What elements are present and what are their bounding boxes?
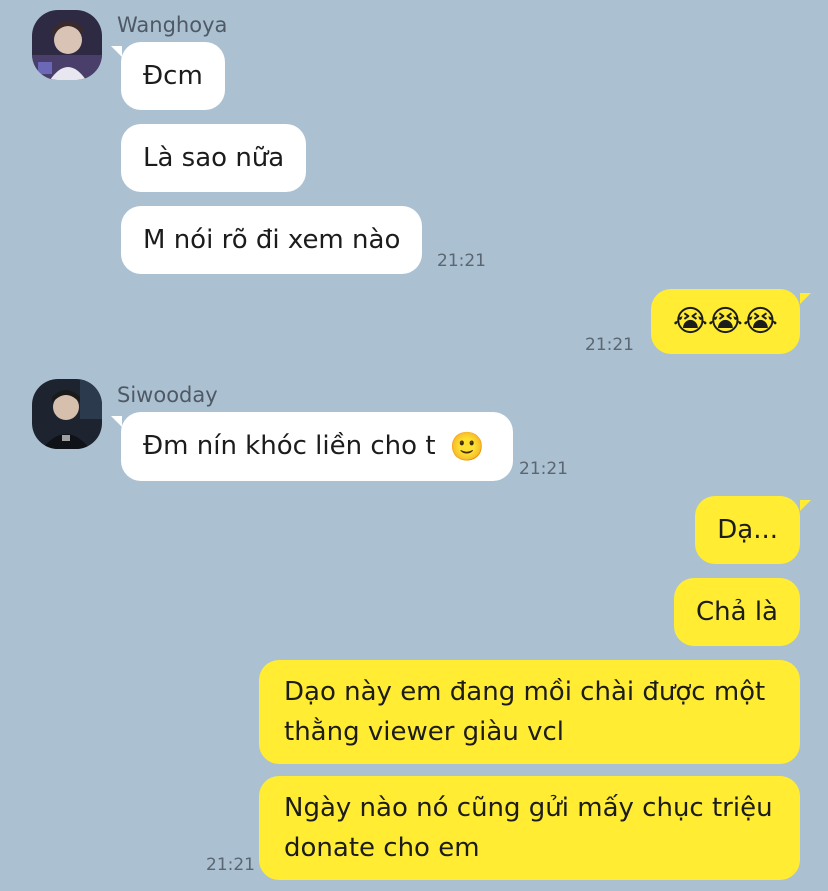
message-text: Đm nín khóc liền cho t <box>143 431 436 461</box>
message-timestamp: 21:21 <box>519 459 568 479</box>
bubble-tail <box>800 293 811 304</box>
message-bubble-outgoing[interactable]: Dạ... <box>695 496 800 564</box>
bubble-tail <box>111 416 122 427</box>
crying-emoji-icon: 😭😭😭 <box>672 303 778 339</box>
avatar-siwooday[interactable] <box>32 379 102 449</box>
message-bubble[interactable]: Đm nín khóc liền cho t 🙂 <box>121 412 513 481</box>
message-bubble-outgoing[interactable]: 😭😭😭 <box>650 289 800 354</box>
message-bubble[interactable]: Đcm <box>121 42 225 110</box>
avatar-wanghoya-image <box>32 10 102 80</box>
message-bubble-outgoing[interactable]: Chả là <box>674 578 800 646</box>
message-bubble-outgoing[interactable]: Dạo này em đang mồi chài được một thằng … <box>259 660 800 764</box>
message-timestamp: 21:21 <box>585 335 634 355</box>
sender-name: Wanghoya <box>117 13 228 37</box>
avatar-siwooday-image <box>32 379 102 449</box>
bubble-tail <box>800 500 811 511</box>
sender-name: Siwooday <box>117 383 218 407</box>
avatar-wanghoya[interactable] <box>32 10 102 80</box>
message-bubble[interactable]: M nói rõ đi xem nào <box>121 206 423 274</box>
message-timestamp: 21:21 <box>437 251 486 271</box>
bubble-tail <box>111 46 122 57</box>
message-bubble[interactable]: Là sao nữa <box>121 124 307 192</box>
message-bubble-outgoing[interactable]: Ngày nào nó cũng gửi mấy chục triệu dona… <box>259 776 800 880</box>
message-timestamp: 21:21 <box>206 855 255 875</box>
smile-emoji-icon: 🙂 <box>449 429 485 463</box>
